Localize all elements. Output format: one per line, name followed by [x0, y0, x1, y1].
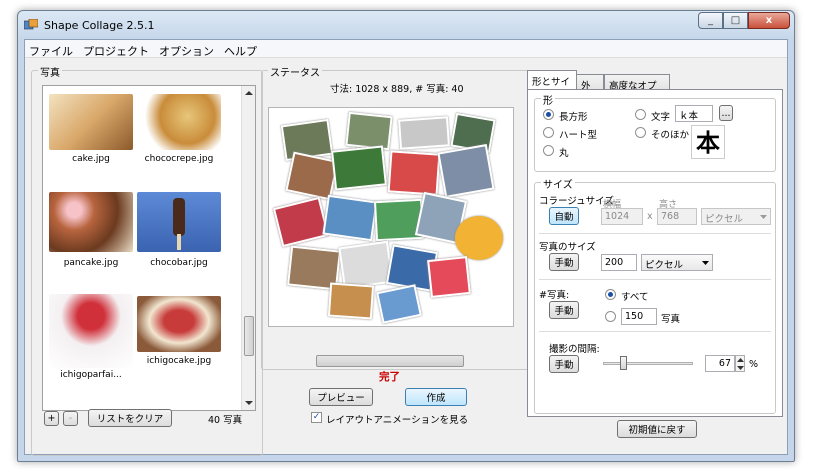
photo-thumb[interactable] [137, 296, 221, 352]
create-button[interactable]: 作成 [405, 388, 467, 406]
scroll-up-icon[interactable] [245, 90, 253, 96]
reset-defaults-button[interactable]: 初期値に戻す [617, 420, 697, 438]
shape-text-input[interactable]: ｋ本 [675, 105, 713, 122]
window-title: Shape Collage 2.5.1 [44, 19, 155, 32]
status-group: ステータス 寸法: 1028 x 889, # 写真: 40 完了 [261, 64, 541, 383]
size-group-label: サイズ [541, 176, 575, 191]
photo-thumb[interactable] [137, 94, 221, 150]
size-x-label: x [647, 211, 653, 222]
shape-text-label: 文字 [651, 112, 671, 123]
collage-width-input[interactable]: 1024 [601, 208, 643, 225]
shape-other-label: そのほか [651, 130, 690, 141]
maximize-button[interactable]: □ [723, 12, 748, 29]
add-photo-button[interactable]: + [44, 411, 59, 426]
clear-list-button[interactable]: リストをクリア [88, 409, 172, 427]
num-all-radio[interactable] [605, 289, 616, 300]
spacing-input[interactable]: 67 [705, 355, 735, 372]
shape-preview: 本 [691, 125, 725, 159]
chevron-down-icon [760, 215, 767, 219]
collage-preview [268, 107, 514, 327]
menu-file[interactable]: ファイル [25, 40, 79, 58]
shape-text-radio[interactable] [635, 109, 646, 120]
photo-thumb[interactable] [49, 192, 133, 252]
collage-unit-label: ピクセル [705, 214, 744, 225]
app-icon [24, 19, 38, 30]
photo-list[interactable]: cake.jpg chococrepe.jpg pancake.jpg choc… [42, 85, 256, 411]
photo-thumb[interactable] [49, 294, 133, 368]
photo-name: cake.jpg [72, 154, 110, 164]
client-area: ファイル プロジェクト オプション ヘルプ 写真 cake.jpg chococ… [24, 39, 788, 456]
photo-size-label: 写真のサイズ [539, 242, 596, 253]
close-button[interactable]: x [748, 12, 790, 29]
photo-name: ichigocake.jpg [146, 356, 212, 366]
menu-project[interactable]: プロジェクト [79, 40, 155, 58]
preview-button[interactable]: プレビュー [309, 388, 373, 406]
spacing-slider-thumb[interactable] [619, 356, 627, 370]
photo-count: 40 写真 [208, 415, 243, 426]
shape-rect-radio[interactable] [543, 109, 554, 120]
status-done: 完了 [379, 371, 400, 383]
shape-heart-label: ハート型 [559, 130, 598, 141]
spacing-manual-button[interactable]: 手動 [549, 355, 579, 373]
app-window: Shape Collage 2.5.1 _ □ x ファイル プロジェクト オプ… [17, 10, 795, 462]
photo-thumb[interactable] [49, 94, 133, 150]
photo-name: pancake.jpg [63, 258, 119, 268]
chevron-up-icon[interactable] [737, 358, 744, 362]
shape-group-label: 形 [541, 92, 555, 107]
dimensions-info: 寸法: 1028 x 889, # 写真: 40 [330, 84, 464, 95]
photo-size-input[interactable]: 200 [601, 254, 637, 271]
photo-name: ichigoparfai... [60, 370, 122, 380]
photos-group: 写真 cake.jpg chococrepe.jpg pancake.jpg c… [31, 64, 263, 456]
shape-rect-label: 長方形 [559, 112, 588, 123]
menu-bar: ファイル プロジェクト オプション ヘルプ [25, 40, 787, 58]
photo-name: chocobar.jpg [150, 258, 208, 268]
spacing-percent: % [749, 359, 759, 370]
shape-heart-radio[interactable] [543, 127, 554, 138]
photo-list-scrollbar[interactable] [241, 86, 255, 410]
title-bar: Shape Collage 2.5.1 _ □ x [18, 11, 794, 39]
photos-group-label: 写真 [38, 64, 62, 79]
spacing-label: 撮影の間隔: [549, 344, 600, 355]
scroll-down-icon[interactable] [245, 400, 253, 406]
num-photos-unit: 写真 [661, 314, 681, 325]
menu-options[interactable]: オプション [155, 40, 220, 58]
shape-circle-radio[interactable] [543, 145, 554, 156]
show-animation-checkbox[interactable]: ✓ [311, 412, 322, 423]
shape-circle-label: 丸 [559, 148, 569, 159]
chevron-down-icon[interactable] [737, 366, 744, 370]
num-photos-manual-button[interactable]: 手動 [549, 301, 579, 319]
num-photos-input[interactable]: 150 [621, 308, 657, 325]
shape-group: 形 長方形 ハート型 丸 文字 ｋ本 ... そのほか 本 [534, 92, 776, 172]
font-browse-button[interactable]: ... [719, 105, 733, 121]
tab-panel: 形 長方形 ハート型 丸 文字 ｋ本 ... そのほか 本 サイズ コラージュサ… [527, 89, 783, 417]
photo-thumb[interactable] [137, 192, 221, 252]
tab-shape-size[interactable]: 形とサイズ [527, 70, 577, 102]
menu-help[interactable]: ヘルプ [220, 40, 263, 58]
scrollbar-thumb[interactable] [244, 316, 254, 356]
size-group: サイズ コラージュサイズ 横幅 高さ 自動 1024 x 768 ピクセル 写真… [534, 176, 776, 414]
collage-size-auto-button[interactable]: 自動 [549, 207, 579, 225]
photo-name: chococrepe.jpg [144, 154, 214, 164]
photo-size-manual-button[interactable]: 手動 [549, 253, 579, 271]
collage-height-input[interactable]: 768 [657, 208, 697, 225]
show-animation-label: レイアウトアニメーションを見る [326, 415, 469, 426]
spacing-spinner[interactable] [735, 355, 745, 372]
collage-unit-select[interactable]: ピクセル [701, 208, 771, 225]
status-group-label: ステータス [268, 64, 322, 79]
remove-photo-button[interactable]: - [63, 411, 78, 426]
photo-size-unit-label: ピクセル [645, 260, 684, 271]
num-custom-radio[interactable] [605, 311, 616, 322]
photo-size-unit-select[interactable]: ピクセル [641, 254, 713, 271]
chevron-down-icon [702, 261, 709, 265]
num-all-label: すべて [621, 292, 649, 303]
num-photos-label: #写真: [539, 290, 570, 301]
shape-other-radio[interactable] [635, 127, 646, 138]
minimize-button[interactable]: _ [698, 12, 723, 29]
progress-bar [316, 355, 464, 367]
spacing-slider[interactable] [603, 362, 693, 365]
